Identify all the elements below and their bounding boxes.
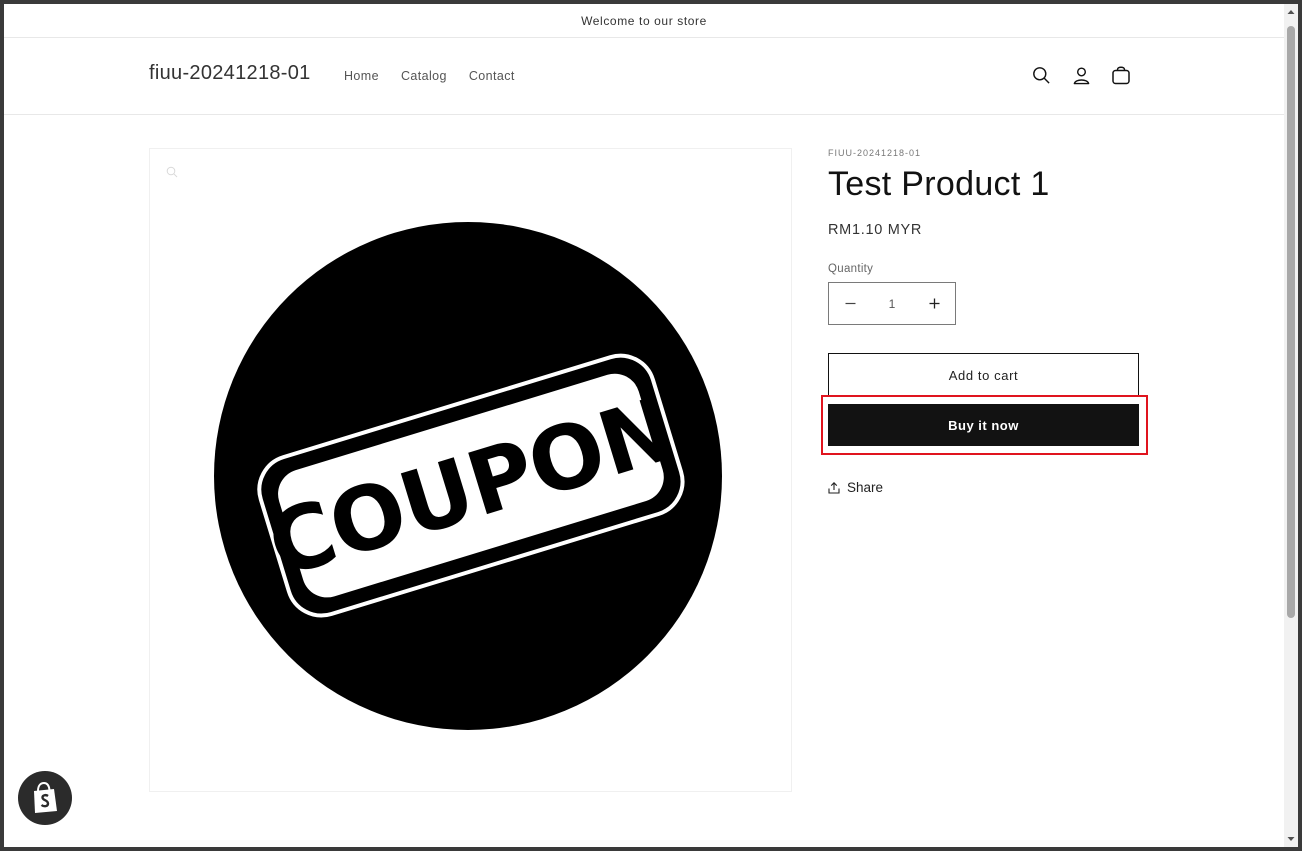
product-vendor: FIUU-20241218-01 (828, 148, 922, 158)
quantity-stepper (828, 282, 956, 325)
buy-now-button[interactable]: Buy it now (828, 404, 1139, 446)
zoom-icon[interactable] (166, 166, 178, 178)
quantity-label: Quantity (828, 263, 874, 275)
product-media[interactable]: COUPON (149, 148, 792, 792)
add-to-cart-button[interactable]: Add to cart (828, 353, 1139, 397)
quantity-decrease-button[interactable] (829, 283, 871, 324)
share-label: Share (847, 480, 884, 495)
scrollbar[interactable] (1284, 4, 1298, 847)
product-price: RM1.10 MYR (828, 222, 923, 238)
share-button[interactable]: Share (828, 480, 883, 495)
nav-home[interactable]: Home (344, 69, 379, 83)
quantity-input[interactable] (872, 296, 912, 311)
minus-icon (845, 302, 855, 305)
header-icons (1030, 64, 1132, 86)
announcement-bar: Welcome to our store (4, 4, 1284, 38)
share-icon (828, 481, 840, 494)
account-icon[interactable] (1070, 64, 1092, 86)
announcement-text: Welcome to our store (581, 13, 707, 28)
product-image: COUPON (214, 222, 722, 730)
browser-viewport: Welcome to our store fiuu-20241218-01 Ho… (4, 4, 1284, 847)
scrollbar-thumb[interactable] (1287, 26, 1295, 618)
site-header: fiuu-20241218-01 Home Catalog Contact (4, 38, 1284, 115)
store-logo-link[interactable]: fiuu-20241218-01 (149, 62, 311, 85)
nav-contact[interactable]: Contact (469, 69, 515, 83)
scroll-up-arrow-icon[interactable] (1286, 7, 1296, 17)
shopify-badge-button[interactable] (18, 771, 72, 825)
main-nav: Home Catalog Contact (344, 69, 515, 83)
plus-icon (929, 298, 939, 309)
product-info: FIUU-20241218-01 Test Product 1 RM1.10 M… (821, 148, 1148, 495)
search-icon[interactable] (1030, 64, 1052, 86)
quantity-increase-button[interactable] (913, 283, 955, 324)
shopify-bag-icon (34, 782, 57, 813)
cart-icon[interactable] (1110, 64, 1132, 86)
nav-catalog[interactable]: Catalog (401, 69, 447, 83)
product-title: Test Product 1 (828, 165, 1050, 203)
scroll-down-arrow-icon[interactable] (1286, 834, 1296, 844)
